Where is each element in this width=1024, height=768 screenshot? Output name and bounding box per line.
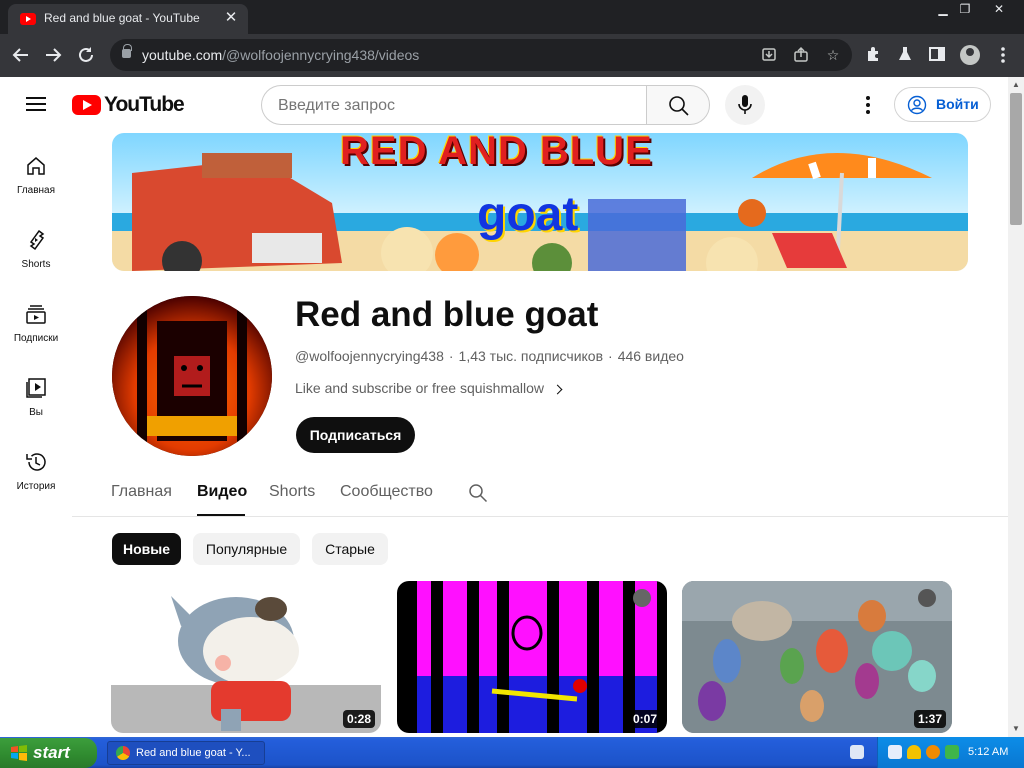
chevron-right-icon [552, 384, 563, 395]
clock: 5:12 AM [968, 746, 1009, 758]
home-icon [27, 157, 45, 175]
sync-icon[interactable] [945, 745, 959, 759]
bookmark-star-icon[interactable]: ☆ [824, 46, 842, 64]
shorts-icon [29, 229, 45, 251]
guide-item-you[interactable]: Вы [0, 377, 72, 447]
profile-avatar-icon[interactable] [960, 45, 980, 65]
url-text[interactable]: youtube.com/@wolfoojennycrying438/videos [142, 47, 419, 63]
sign-in-label: Войти [936, 96, 979, 112]
channel-banner: RED AND BLUE goat [112, 133, 968, 271]
tab-close-icon[interactable]: ✕ [222, 9, 240, 27]
tab-title: Red and blue goat - YouTube [44, 11, 200, 25]
back-arrow-icon[interactable] [10, 44, 32, 66]
video-count: 446 видео [617, 348, 684, 364]
browser-toolbar: youtube.com/@wolfoojennycrying438/videos… [0, 34, 1024, 77]
chrome-icon [116, 746, 130, 760]
security-shield-icon[interactable] [907, 745, 921, 759]
tab-community[interactable]: Сообщество [340, 483, 433, 501]
network-icon[interactable] [888, 745, 902, 759]
chip-newest[interactable]: Новые [112, 533, 181, 565]
guide-label: История [16, 481, 56, 492]
account-circle-icon [907, 95, 927, 115]
video-thumbnail[interactable]: 1:37 [682, 581, 952, 733]
voice-search-button[interactable] [725, 85, 765, 125]
video-duration: 0:28 [342, 710, 375, 728]
start-button[interactable]: start [0, 738, 97, 768]
guide-item-shorts[interactable]: Shorts [0, 229, 72, 299]
browser-tab-strip: Red and blue goat - YouTube ✕ ▁ ❐ ✕ [0, 0, 1024, 34]
chrome-menu-icon[interactable] [993, 45, 1013, 65]
install-app-icon[interactable] [760, 46, 778, 64]
labs-flask-icon[interactable] [895, 45, 915, 65]
channel-avatar[interactable] [112, 296, 272, 456]
search-button[interactable] [646, 85, 710, 125]
search-tray-icon[interactable] [926, 745, 940, 759]
taskbar-item-browser[interactable]: Red and blue goat - Y... [107, 741, 265, 765]
channel-meta: @wolfoojennycrying438 · 1,43 тыс. подписчи… [295, 348, 684, 364]
library-icon [26, 378, 46, 398]
guide-item-home[interactable]: Главная [0, 155, 72, 225]
video-duration: 1:37 [913, 710, 946, 728]
page-scrollbar[interactable]: ▲ ▼ [1008, 77, 1024, 737]
subscriptions-icon [26, 305, 46, 324]
window-close-button[interactable]: ✕ [984, 0, 1014, 20]
scroll-down-arrow-icon[interactable]: ▼ [1012, 724, 1020, 733]
youtube-wordmark: YouTube [104, 93, 185, 116]
taskbar-item-label: Red and blue goat - Y... [136, 747, 251, 759]
guide-label: Подписки [13, 333, 59, 344]
start-label: start [33, 743, 70, 762]
youtube-favicon-icon [20, 13, 36, 25]
banner-subtitle: goat [477, 188, 579, 241]
video-thumbnail[interactable]: 0:07 [397, 581, 667, 733]
tab-shorts[interactable]: Shorts [269, 483, 315, 501]
channel-name: Red and blue goat [295, 295, 599, 334]
channel-search-icon[interactable] [468, 483, 488, 503]
subscriber-count: 1,43 тыс. подписчиков [458, 348, 604, 364]
chip-oldest[interactable]: Старые [312, 533, 388, 565]
sign-in-button[interactable]: Войти [894, 87, 991, 122]
search-input[interactable] [278, 95, 628, 117]
tab-videos[interactable]: Видео [197, 483, 247, 501]
settings-more-icon[interactable] [856, 93, 880, 117]
address-bar[interactable]: youtube.com/@wolfoojennycrying438/videos… [110, 39, 852, 71]
guide-item-history[interactable]: История [0, 451, 72, 521]
microphone-icon [738, 95, 752, 114]
video-thumbnail[interactable]: 0:28 [111, 581, 381, 733]
guide-item-subscriptions[interactable]: Подписки [0, 303, 72, 373]
scrollbar-thumb[interactable] [1010, 93, 1022, 225]
youtube-play-icon [72, 95, 101, 115]
lock-icon[interactable] [122, 44, 132, 58]
history-icon [26, 453, 46, 471]
side-panel-icon[interactable] [927, 45, 947, 65]
search-box [261, 85, 647, 125]
tabs-divider [72, 516, 1008, 517]
chip-popular[interactable]: Популярные [193, 533, 300, 565]
windows-flag-icon [11, 745, 27, 761]
taskbar: start Red and blue goat - Y... 5:12 AM [0, 737, 1024, 768]
banner-title: RED AND BLUE [340, 133, 653, 173]
guide-label: Вы [29, 407, 43, 418]
share-icon[interactable] [792, 46, 810, 64]
guide-label: Главная [16, 185, 56, 196]
reload-icon[interactable] [75, 44, 97, 66]
window-restore-button[interactable]: ❐ [950, 0, 980, 20]
extensions-puzzle-icon[interactable] [863, 45, 883, 65]
forward-arrow-icon[interactable] [42, 44, 64, 66]
tab-home[interactable]: Главная [111, 483, 172, 501]
keyboard-icon[interactable] [850, 745, 864, 759]
browser-tab[interactable]: Red and blue goat - YouTube ✕ [8, 4, 248, 34]
search-icon [669, 96, 689, 116]
channel-description[interactable]: Like and subscribe or free squishmallow [295, 380, 563, 396]
subscribe-button[interactable]: Подписаться [296, 417, 415, 453]
video-duration: 0:07 [628, 710, 661, 728]
youtube-page: YouTube Войти Главная Shorts Подписки Вы [0, 77, 1008, 737]
guide-label: Shorts [21, 259, 51, 270]
channel-handle: @wolfoojennycrying438 [295, 348, 444, 364]
guide-menu-icon[interactable] [26, 97, 46, 111]
system-tray: 5:12 AM [850, 737, 1024, 768]
scroll-up-arrow-icon[interactable]: ▲ [1012, 80, 1020, 89]
